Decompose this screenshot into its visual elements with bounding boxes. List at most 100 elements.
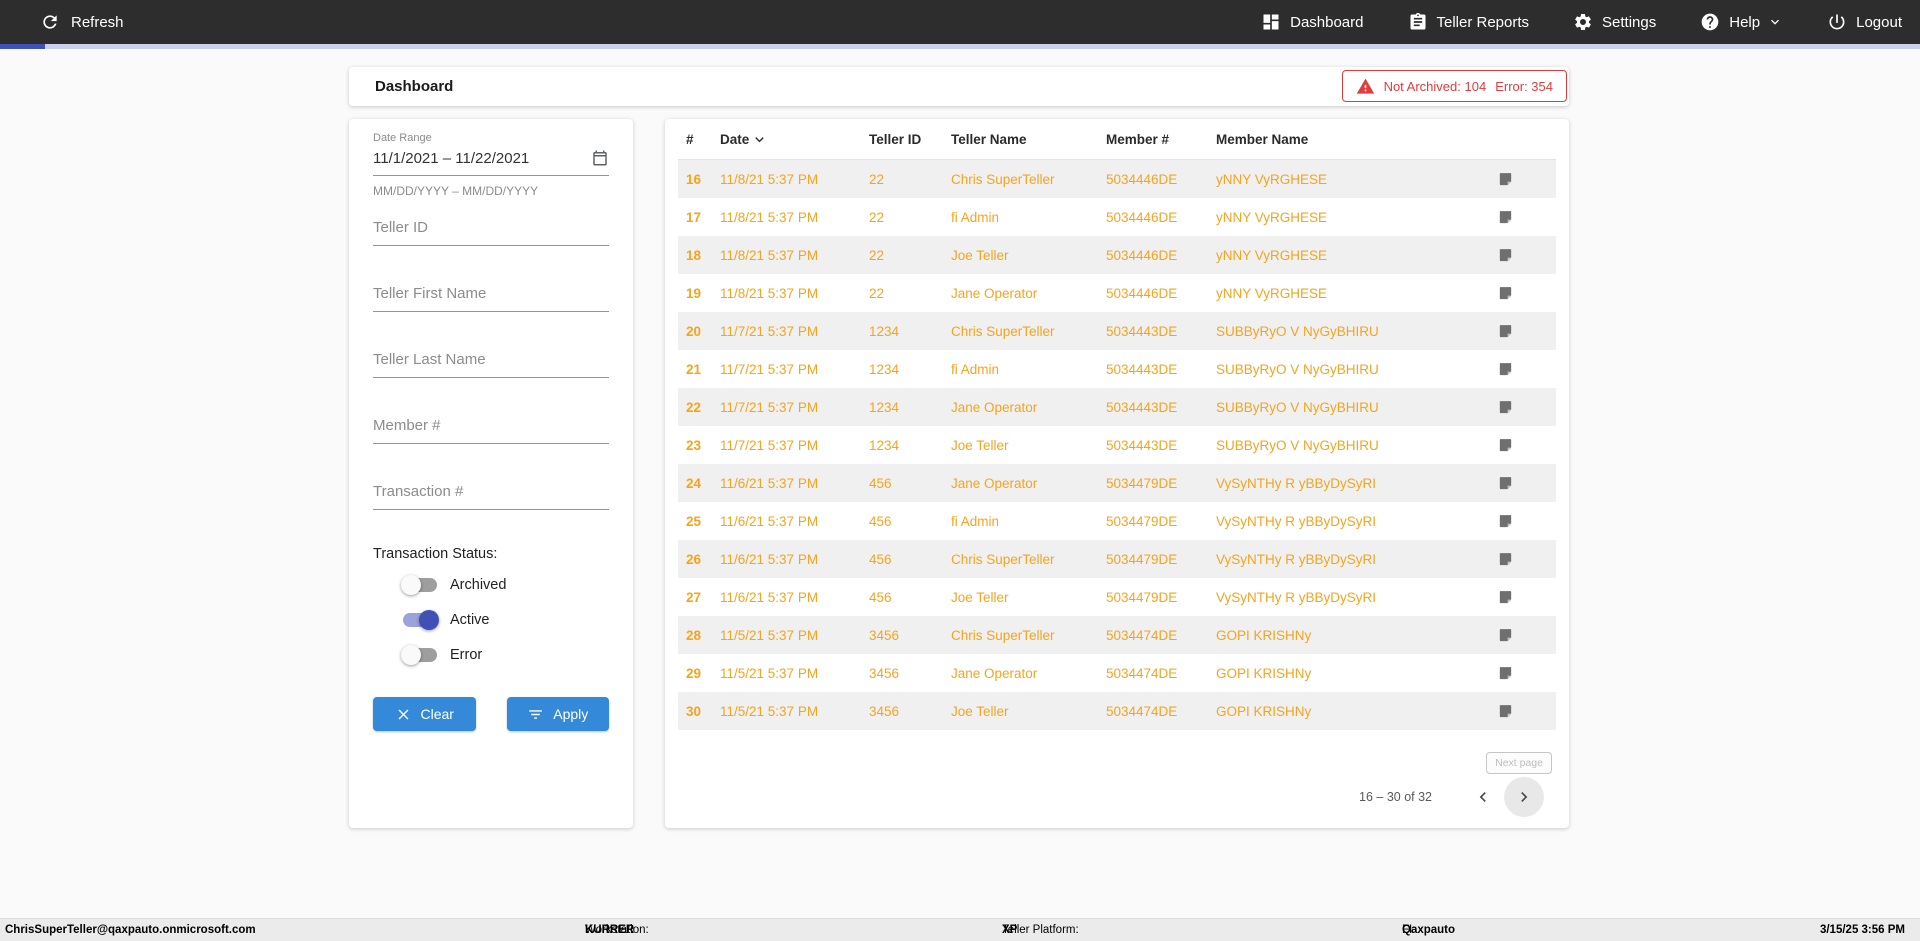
nav-label-help: Help <box>1729 13 1761 31</box>
cell-num: 26 <box>686 551 702 567</box>
previous-page-button[interactable] <box>1473 787 1493 807</box>
table-row[interactable]: 18 11/8/21 5:37 PM 22 Joe Teller 5034446… <box>678 236 1556 274</box>
table-row[interactable]: 16 11/8/21 5:37 PM 22 Chris SuperTeller … <box>678 160 1556 198</box>
col-header-date[interactable]: Date <box>720 131 869 148</box>
nav-menu: Dashboard Teller Reports Settings Help L… <box>1261 12 1920 32</box>
note-icon[interactable] <box>1497 551 1514 568</box>
member-number-input[interactable] <box>373 417 609 444</box>
cell-teller-id: 456 <box>869 551 892 567</box>
transaction-number-input[interactable] <box>373 483 609 510</box>
cell-note <box>1494 171 1556 188</box>
note-icon[interactable] <box>1497 627 1514 644</box>
status-datetime: 3/15/25 3:56 PM <box>1819 924 1905 936</box>
not-archived-count: Not Archived: 104 <box>1383 78 1487 94</box>
cell-date: 11/7/21 5:37 PM <box>720 437 819 453</box>
nav-label-settings: Settings <box>1602 13 1657 31</box>
teller-id-input[interactable] <box>373 219 609 246</box>
table-row[interactable]: 25 11/6/21 5:37 PM 456 fi Admin 5034479D… <box>678 502 1556 540</box>
table-row[interactable]: 29 11/5/21 5:37 PM 3456 Jane Operator 50… <box>678 654 1556 692</box>
table-row[interactable]: 17 11/8/21 5:37 PM 22 fi Admin 5034446DE… <box>678 198 1556 236</box>
nav-item-help[interactable]: Help <box>1700 12 1783 32</box>
cell-member-name: VySyNTHy R yBByDySyRI <box>1216 589 1377 605</box>
col-header-num[interactable]: # <box>686 132 720 147</box>
table-row[interactable]: 23 11/7/21 5:37 PM 1234 Joe Teller 50344… <box>678 426 1556 464</box>
cell-teller-name: fi Admin <box>951 361 1000 377</box>
teller-last-name-input[interactable] <box>373 351 609 378</box>
teller-first-name-input[interactable] <box>373 285 609 312</box>
note-icon[interactable] <box>1497 285 1514 302</box>
table-row[interactable]: 19 11/8/21 5:37 PM 22 Jane Operator 5034… <box>678 274 1556 312</box>
table-row[interactable]: 20 11/7/21 5:37 PM 1234 Chris SuperTelle… <box>678 312 1556 350</box>
toggle-error[interactable]: Error <box>373 643 609 667</box>
note-icon[interactable] <box>1497 323 1514 340</box>
note-icon[interactable] <box>1497 475 1514 492</box>
date-range-label: Date Range <box>373 132 432 144</box>
table-row[interactable]: 30 11/5/21 5:37 PM 3456 Joe Teller 50344… <box>678 692 1556 730</box>
chevron-right-icon <box>1521 792 1528 802</box>
note-icon[interactable] <box>1497 171 1514 188</box>
chevron-down-icon <box>1771 19 1780 25</box>
cell-member-name: VySyNTHy R yBByDySyRI <box>1216 475 1377 491</box>
note-icon[interactable] <box>1497 399 1514 416</box>
progress-fill <box>0 44 45 49</box>
col-header-member-num[interactable]: Member # <box>1106 132 1216 147</box>
col-header-member-name[interactable]: Member Name <box>1216 132 1494 147</box>
note-icon[interactable] <box>1497 513 1514 530</box>
cell-note <box>1494 703 1556 720</box>
cell-teller-name: Chris SuperTeller <box>951 627 1055 643</box>
cell-note <box>1494 589 1556 606</box>
col-header-teller-name[interactable]: Teller Name <box>951 132 1106 147</box>
cell-teller-name: Chris SuperTeller <box>951 551 1055 567</box>
cell-member-name: yNNY VyRGHESE <box>1216 171 1328 187</box>
nav-item-settings[interactable]: Settings <box>1573 12 1656 32</box>
date-format-hint: MM/DD/YYYY – MM/DD/YYYY <box>373 184 539 198</box>
note-icon[interactable] <box>1497 437 1514 454</box>
clear-button[interactable]: Clear <box>373 697 476 731</box>
help-icon <box>1701 13 1719 31</box>
nav-item-dashboard[interactable]: Dashboard <box>1261 12 1364 32</box>
date-range-input[interactable] <box>373 149 591 167</box>
next-page-button[interactable] <box>1504 777 1544 817</box>
cell-member-num: 5034479DE <box>1106 551 1178 567</box>
cell-date: 11/7/21 5:37 PM <box>720 323 819 339</box>
cell-member-name: SUBByRyO V NyGyBHIRU <box>1216 361 1379 377</box>
refresh-button[interactable]: Refresh <box>0 12 124 32</box>
sort-down-icon <box>755 136 765 142</box>
cell-teller-name: Joe Teller <box>951 589 1009 605</box>
note-icon[interactable] <box>1497 209 1514 226</box>
cell-member-name: GOPI KRISHNy <box>1216 703 1312 719</box>
note-icon[interactable] <box>1497 361 1514 378</box>
table-row[interactable]: 24 11/6/21 5:37 PM 456 Jane Operator 503… <box>678 464 1556 502</box>
cell-teller-name: Chris SuperTeller <box>951 323 1055 339</box>
table-row[interactable]: 28 11/5/21 5:37 PM 3456 Chris SuperTelle… <box>678 616 1556 654</box>
cell-member-num: 5034446DE <box>1106 209 1178 225</box>
cell-num: 18 <box>686 247 702 263</box>
cell-date: 11/5/21 5:37 PM <box>720 703 819 719</box>
cell-num: 28 <box>686 627 702 643</box>
alert-badge[interactable]: Not Archived: 104 Error: 354 <box>1341 70 1567 102</box>
page-header-card: Dashboard Not Archived: 104 Error: 354 <box>349 67 1569 106</box>
note-icon[interactable] <box>1497 665 1514 682</box>
toggle-active[interactable]: Active <box>373 608 609 632</box>
table-row[interactable]: 22 11/7/21 5:37 PM 1234 Jane Operator 50… <box>678 388 1556 426</box>
note-icon[interactable] <box>1497 247 1514 264</box>
transaction-status-label: Transaction Status: <box>373 546 498 562</box>
note-icon[interactable] <box>1497 703 1514 720</box>
table-row[interactable]: 21 11/7/21 5:37 PM 1234 fi Admin 5034443… <box>678 350 1556 388</box>
cell-num: 27 <box>686 589 702 605</box>
cell-note <box>1494 437 1556 454</box>
clipboard-icon <box>1410 12 1425 30</box>
apply-button[interactable]: Apply <box>506 697 609 731</box>
nav-item-teller-reports[interactable]: Teller Reports <box>1408 12 1529 32</box>
table-row[interactable]: 27 11/6/21 5:37 PM 456 Joe Teller 503447… <box>678 578 1556 616</box>
cell-note <box>1494 513 1556 530</box>
note-icon[interactable] <box>1497 589 1514 606</box>
toggle-archived[interactable]: Archived <box>373 573 609 597</box>
col-header-teller-id[interactable]: Teller ID <box>869 132 951 147</box>
nav-item-logout[interactable]: Logout <box>1827 12 1902 32</box>
cell-member-name: yNNY VyRGHESE <box>1216 285 1328 301</box>
table-row[interactable]: 26 11/6/21 5:37 PM 456 Chris SuperTeller… <box>678 540 1556 578</box>
cell-teller-name: Jane Operator <box>951 475 1038 491</box>
calendar-icon[interactable] <box>591 149 609 167</box>
teller-id-field <box>373 219 609 246</box>
